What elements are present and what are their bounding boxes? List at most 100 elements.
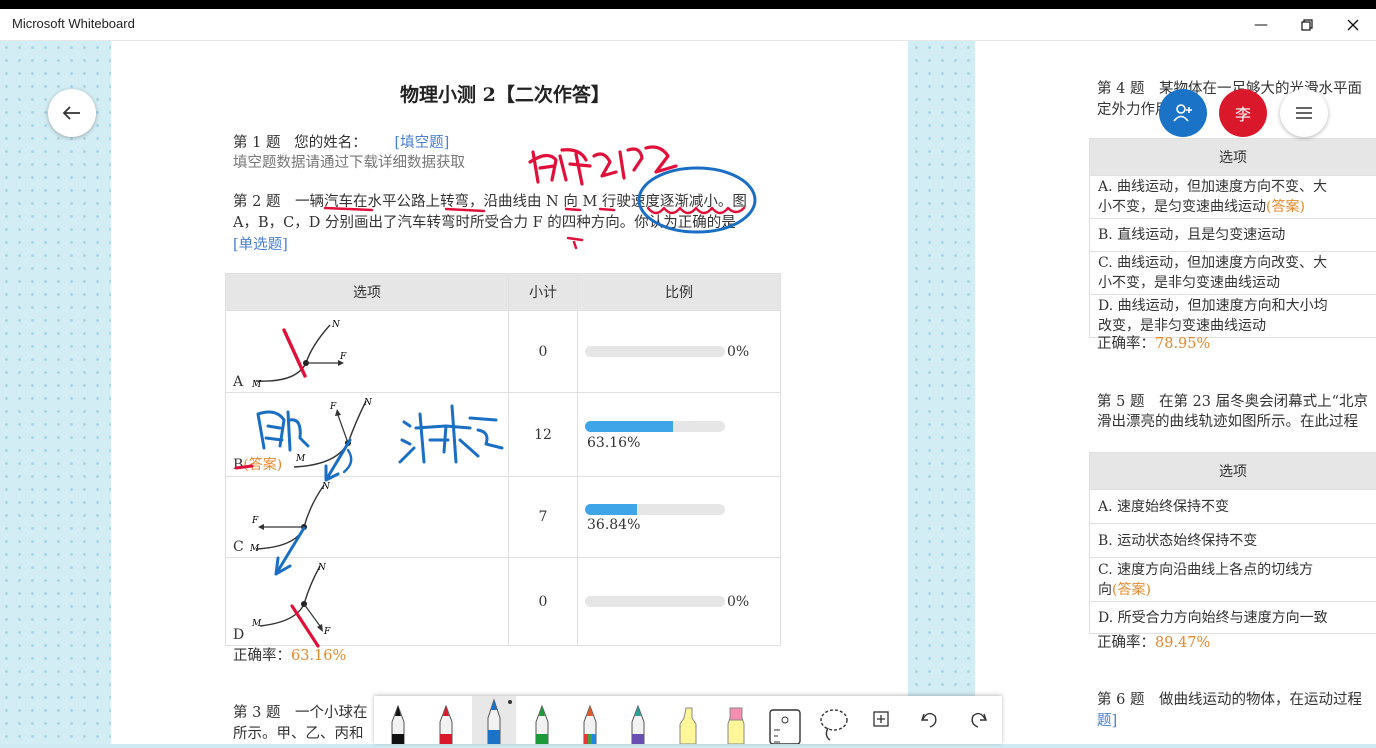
- q2-line2: A，B，C，D 分别画出了汽车转弯时所受合力 F 的四种方向。你认为正确的是: [233, 213, 736, 234]
- window-titlebar: Microsoft Whiteboard —: [0, 9, 1376, 41]
- q2-results-table: 选项 小计 比例 A F N M 0 0% B(答案): [225, 273, 781, 646]
- col-header-option: 选项: [1090, 139, 1376, 176]
- pen-green[interactable]: [522, 696, 562, 744]
- table-row: B. 运动状态始终保持不变: [1090, 524, 1376, 558]
- option-cell: C. 速度方向沿曲线上各点的切线方向(答案): [1090, 558, 1376, 602]
- ratio-cell: 63.16%: [578, 393, 781, 477]
- ratio-bar: [585, 346, 725, 357]
- pen-icon: [522, 696, 562, 744]
- highlighter-pink[interactable]: [716, 696, 756, 744]
- ratio-percent: 0%: [727, 344, 749, 360]
- close-icon[interactable]: [1330, 9, 1376, 40]
- table-row: A. 速度始终保持不变: [1090, 490, 1376, 524]
- table-row: A. 曲线运动，但加速度方向不变、大小不变，是匀变速曲线运动(答案): [1090, 176, 1376, 219]
- ratio-bar: [585, 596, 725, 607]
- option-cell: A F N M: [226, 311, 509, 393]
- ruler-tool[interactable]: [766, 696, 806, 744]
- q5-line1: 第 5 题 在第 23 届冬奥会闭幕式上“北京: [1097, 392, 1368, 413]
- option-cell: C F N M: [226, 477, 509, 558]
- svg-text:F: F: [329, 402, 337, 412]
- minimize-icon[interactable]: —: [1238, 9, 1284, 40]
- option-label: B(答案): [233, 454, 282, 474]
- ink-toolbar: [374, 696, 1002, 744]
- restore-icon[interactable]: [1284, 9, 1330, 40]
- q1-type: [填空题]: [394, 135, 449, 151]
- lasso-tool[interactable]: [814, 696, 854, 744]
- option-cell: D. 曲线运动，但加速度方向和大小均改变，是非匀变速曲线运动: [1090, 295, 1376, 338]
- pen-black[interactable]: [378, 696, 418, 744]
- count-cell: 0: [509, 558, 578, 646]
- force-diagram-b: F N M: [286, 395, 386, 475]
- option-cell: B(答案) F N M: [226, 393, 509, 477]
- accuracy-value: 63.16%: [291, 648, 346, 664]
- ratio-cell: 36.84%: [578, 477, 781, 558]
- ratio-cell: 0%: [578, 311, 781, 393]
- q5-accuracy: 正确率：89.47%: [1097, 633, 1210, 654]
- q5-options-table: 选项 A. 速度始终保持不变 B. 运动状态始终保持不变 C. 速度方向沿曲线上…: [1089, 452, 1376, 634]
- q4-options-table: 选项 A. 曲线运动，但加速度方向不变、大小不变，是匀变速曲线运动(答案) B.…: [1089, 138, 1376, 338]
- q6-line1: 第 6 题 做曲线运动的物体，在运动过程: [1097, 690, 1362, 711]
- table-row: D F N M 0 0%: [226, 558, 781, 646]
- option-label: C: [233, 539, 244, 555]
- ratio-bar-fill: [585, 421, 673, 432]
- page-title: 物理小测 2【二次作答】: [400, 80, 610, 107]
- svg-text:M: M: [251, 619, 262, 629]
- highlighter-icon: [668, 696, 708, 744]
- q3-line1: 第 3 题 一个小球在: [233, 703, 367, 724]
- answer-tag: (答案): [1112, 582, 1151, 598]
- pen-red[interactable]: [426, 696, 466, 744]
- option-cell: B. 运动状态始终保持不变: [1090, 524, 1376, 558]
- q3-line2: 所示。甲、乙、丙和: [233, 724, 364, 745]
- force-diagram-c: F N M: [246, 479, 356, 557]
- col-header-count: 小计: [509, 274, 578, 311]
- svg-text:N: N: [321, 482, 331, 492]
- menu-button[interactable]: [1280, 89, 1328, 137]
- table-row: C. 曲线运动，但加速度方向改变、大小不变，是非匀变速曲线运动: [1090, 252, 1376, 295]
- add-person-icon: [1172, 102, 1194, 124]
- table-row: D. 曲线运动，但加速度方向和大小均改变，是非匀变速曲线运动: [1090, 295, 1376, 338]
- pen-blue-selected[interactable]: [472, 696, 516, 744]
- screen-top-edge: [0, 0, 1376, 9]
- redo-button[interactable]: [958, 696, 998, 744]
- count-cell: 7: [509, 477, 578, 558]
- option-cell: C. 曲线运动，但加速度方向改变、大小不变，是非匀变速曲线运动: [1090, 252, 1376, 295]
- ratio-bar: [585, 504, 725, 515]
- highlighter-yellow[interactable]: [668, 696, 708, 744]
- pen-icon: [426, 696, 466, 744]
- ratio-bar-fill: [585, 504, 637, 515]
- col-header-ratio: 比例: [578, 274, 781, 311]
- hamburger-menu-icon: [1295, 106, 1313, 120]
- option-cell: B. 直线运动，且是匀变速运动: [1090, 219, 1376, 252]
- pen-icon: [472, 696, 516, 744]
- invite-button[interactable]: [1159, 89, 1207, 137]
- svg-text:N: N: [363, 398, 373, 408]
- option-cell: A. 曲线运动，但加速度方向不变、大小不变，是匀变速曲线运动(答案): [1090, 176, 1376, 219]
- pen-galaxy[interactable]: [618, 696, 658, 744]
- table-row: C F N M 7 36.84%: [226, 477, 781, 558]
- back-button[interactable]: [48, 89, 96, 137]
- answer-tag: (答案): [1266, 199, 1305, 215]
- q2-line1: 第 2 题 一辆汽车在水平公路上转弯，沿曲线由 N 向 M 行驶速度逐渐减小。图: [233, 192, 747, 213]
- table-row: C. 速度方向沿曲线上各点的切线方向(答案): [1090, 558, 1376, 602]
- insert-icon: [862, 696, 902, 744]
- highlighter-icon: [716, 696, 756, 744]
- q6-line2: 题]: [1097, 711, 1117, 732]
- lasso-icon: [814, 696, 854, 744]
- pen-rainbow[interactable]: [570, 696, 610, 744]
- q4-accuracy: 正确率：78.95%: [1097, 334, 1210, 355]
- ratio-percent: 63.16%: [587, 435, 640, 451]
- insert-button[interactable]: [862, 696, 902, 744]
- ratio-cell: 0%: [578, 558, 781, 646]
- accuracy-value: 89.47%: [1155, 635, 1210, 651]
- avatar[interactable]: 李: [1219, 89, 1267, 137]
- option-label: A: [233, 374, 243, 390]
- count-cell: 12: [509, 393, 578, 477]
- undo-button[interactable]: [910, 696, 950, 744]
- table-row: A F N M 0 0%: [226, 311, 781, 393]
- table-row: B. 直线运动，且是匀变速运动: [1090, 219, 1376, 252]
- question-1: 第 1 题 您的姓名： [填空题]: [233, 133, 449, 154]
- svg-text:F: F: [251, 516, 259, 526]
- table-row: B(答案) F N M 12 63.16%: [226, 393, 781, 477]
- svg-text:M: M: [295, 454, 306, 464]
- answer-tag: (答案): [243, 457, 282, 473]
